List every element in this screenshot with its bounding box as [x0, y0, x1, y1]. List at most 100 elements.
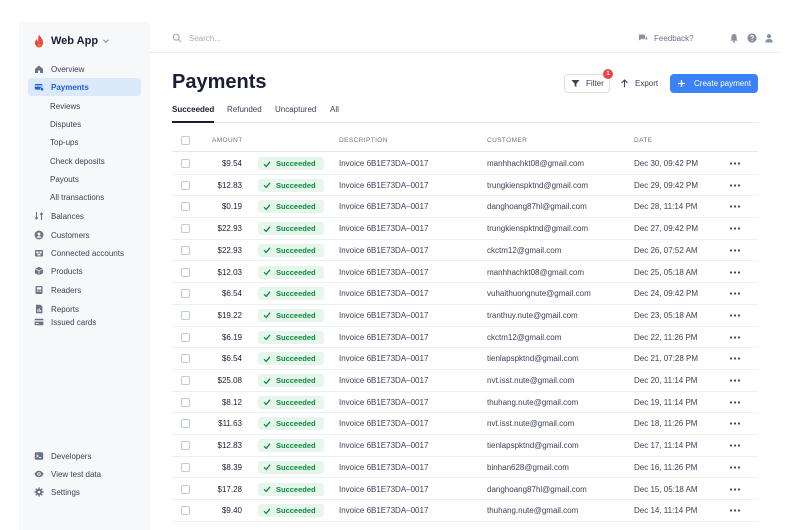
- more-options-icon[interactable]: [729, 202, 741, 211]
- status-label: Succeeded: [276, 159, 316, 168]
- more-options-icon[interactable]: [729, 419, 741, 428]
- sidebar-subitem-payouts[interactable]: Payouts: [50, 172, 79, 186]
- row-checkbox[interactable]: [181, 506, 190, 516]
- sidebar-item-overview[interactable]: Overview: [28, 60, 141, 78]
- row-checkbox[interactable]: [181, 419, 190, 429]
- table-row[interactable]: $6.19 Succeeded Invoice 6B1E73DA–0017 ckctm…: [172, 327, 758, 349]
- row-checkbox[interactable]: [181, 267, 190, 277]
- more-options-icon[interactable]: [729, 224, 741, 233]
- row-checkbox[interactable]: [181, 397, 190, 407]
- table-row[interactable]: $8.39 Succeeded Invoice 6B1E73DA–0017 binha…: [172, 457, 758, 479]
- date-cell: Dec 19, 11:14 PM: [634, 397, 698, 407]
- search-icon: [172, 33, 182, 43]
- customer-cell: binhan628@gmail.com: [487, 462, 569, 472]
- sidebar-subitem-check-deposits[interactable]: Check deposits: [50, 154, 105, 168]
- table-row[interactable]: $0.19 Succeeded Invoice 6B1E73DA–0017 dangh…: [172, 196, 758, 219]
- more-options-icon[interactable]: [729, 159, 741, 168]
- row-checkbox[interactable]: [181, 202, 190, 212]
- more-options-icon[interactable]: [729, 398, 741, 407]
- column-amount[interactable]: AMOUNT: [212, 137, 243, 144]
- more-options-icon[interactable]: [729, 181, 741, 190]
- column-date[interactable]: DATE: [634, 137, 652, 144]
- column-description[interactable]: DESCRIPTION: [339, 137, 388, 144]
- more-options-icon[interactable]: [729, 441, 741, 450]
- row-checkbox[interactable]: [181, 484, 190, 494]
- column-customer[interactable]: CUSTOMER: [487, 137, 527, 144]
- developers-icon: [34, 452, 44, 460]
- table-row[interactable]: $9.54 Succeeded Invoice 6B1E73DA–0017 manhh…: [172, 153, 758, 175]
- sidebar-subitem-disputes[interactable]: Disputes: [50, 117, 81, 131]
- tab-uncaptured[interactable]: Uncaptured: [275, 105, 316, 123]
- sidebar-item-products[interactable]: Products: [28, 262, 141, 280]
- select-all-checkbox[interactable]: [181, 136, 190, 145]
- sidebar-item-developers[interactable]: Developers: [28, 447, 141, 465]
- sidebar-item-balances[interactable]: Balances: [28, 207, 141, 225]
- table-row[interactable]: $8.12 Succeeded Invoice 6B1E73DA–0017 thuha…: [172, 392, 758, 414]
- status-label: Succeeded: [276, 506, 316, 516]
- more-options-icon[interactable]: [729, 333, 741, 342]
- sidebar-item-connected-accounts[interactable]: Connected accounts: [28, 244, 141, 262]
- row-checkbox[interactable]: [181, 289, 190, 299]
- table-row[interactable]: $22.93 Succeeded Invoice 6B1E73DA–0017 trun…: [172, 218, 758, 240]
- tab-all[interactable]: All: [330, 105, 339, 123]
- user-icon[interactable]: [764, 33, 774, 43]
- more-options-icon[interactable]: [729, 354, 741, 363]
- export-button[interactable]: Export: [618, 74, 662, 93]
- status-label: Succeeded: [276, 245, 316, 255]
- table-row[interactable]: $22.93 Succeeded Invoice 6B1E73DA–0017 ckct…: [172, 240, 758, 262]
- create-payment-label: Create payment: [694, 79, 751, 88]
- row-checkbox[interactable]: [181, 310, 190, 320]
- topbar: Search... Feedback?: [150, 22, 781, 53]
- create-payment-button[interactable]: Create payment: [670, 74, 758, 93]
- status-label: Succeeded: [276, 397, 316, 407]
- row-checkbox[interactable]: [181, 376, 190, 385]
- row-checkbox[interactable]: [181, 159, 190, 168]
- row-checkbox[interactable]: [181, 180, 190, 190]
- help-icon[interactable]: [747, 33, 757, 43]
- row-checkbox[interactable]: [181, 332, 190, 342]
- more-options-icon[interactable]: [729, 268, 741, 277]
- tab-succeeded[interactable]: Succeeded: [172, 105, 215, 123]
- row-checkbox[interactable]: [181, 354, 190, 364]
- table-row[interactable]: $12.83 Succeeded Invoice 6B1E73DA–0017 tien…: [172, 435, 758, 457]
- sidebar-subitem-all-transactions[interactable]: All transactions: [50, 190, 104, 204]
- sidebar-item-payments[interactable]: Payments: [28, 78, 141, 96]
- sidebar-item-customers[interactable]: Customers: [28, 226, 141, 244]
- table-row[interactable]: $25.08 Succeeded Invoice 6B1E73DA–0017 nvt.…: [172, 370, 758, 392]
- tab-refunded[interactable]: Refunded: [227, 105, 262, 123]
- table-row[interactable]: $12.83 Succeeded Invoice 6B1E73DA–0017 trun…: [172, 175, 758, 197]
- app-window: Web App Overview Payments Reviews Disputes T…: [19, 22, 781, 530]
- more-options-icon[interactable]: [729, 506, 741, 515]
- more-options-icon[interactable]: [729, 376, 741, 385]
- row-checkbox[interactable]: [181, 224, 190, 234]
- sidebar-subitem-top-ups[interactable]: Top-ups: [50, 135, 78, 149]
- more-options-icon[interactable]: [729, 463, 741, 472]
- more-options-icon[interactable]: [729, 289, 741, 298]
- bell-icon[interactable]: [729, 33, 739, 43]
- table-row[interactable]: $11.63 Succeeded Invoice 6B1E73DA–0017 nvt.…: [172, 413, 758, 436]
- customers-icon: [34, 230, 44, 240]
- table-row[interactable]: $12.03 Succeeded Invoice 6B1E73DA–0017 manh…: [172, 262, 758, 284]
- sidebar-item-issued-cards[interactable]: Issued cards: [28, 313, 141, 331]
- customer-cell: ckctm12@gmail.com: [487, 245, 562, 255]
- sidebar-item-readers[interactable]: Readers: [28, 281, 141, 299]
- sidebar-item-view-test-data[interactable]: View test data: [28, 465, 141, 483]
- status-badge: Succeeded: [258, 460, 324, 474]
- row-checkbox[interactable]: [181, 462, 190, 472]
- sidebar-subitem-reviews[interactable]: Reviews: [50, 99, 80, 113]
- more-options-icon[interactable]: [729, 485, 741, 494]
- sidebar-item-settings[interactable]: Settings: [28, 483, 141, 501]
- feedback-button[interactable]: Feedback?: [638, 32, 694, 44]
- search-input[interactable]: Search...: [172, 32, 221, 44]
- more-options-icon[interactable]: [729, 246, 741, 255]
- table-row[interactable]: $19.22 Succeeded Invoice 6B1E73DA–0017 tran…: [172, 305, 758, 327]
- row-checkbox[interactable]: [181, 441, 190, 451]
- table-row[interactable]: $6.54 Succeeded Invoice 6B1E73DA–0017 tienl…: [172, 348, 758, 370]
- more-options-icon[interactable]: [729, 311, 741, 320]
- table-row[interactable]: $17.28 Succeeded Invoice 6B1E73DA–0017 dang…: [172, 479, 758, 501]
- table-row[interactable]: $9.40 Succeeded Invoice 6B1E73DA–0017 thuha…: [172, 500, 758, 522]
- gear-icon: [34, 487, 44, 497]
- table-row[interactable]: $6.54 Succeeded Invoice 6B1E73DA–0017 vuhai…: [172, 283, 758, 305]
- account-switcher[interactable]: Web App: [33, 33, 110, 49]
- row-checkbox[interactable]: [181, 245, 190, 255]
